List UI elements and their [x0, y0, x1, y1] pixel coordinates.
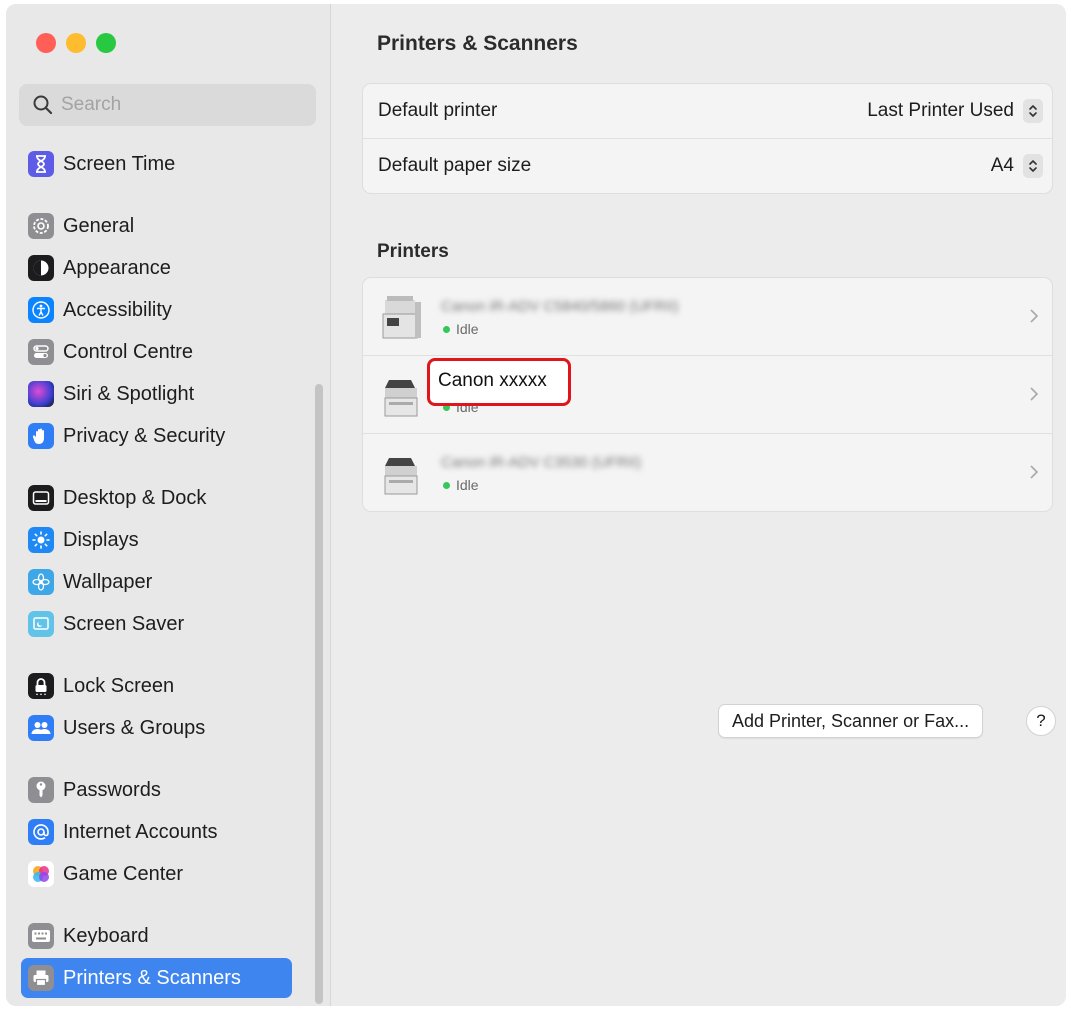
hand-icon — [28, 423, 54, 449]
default-printer-value[interactable]: Last Printer Used — [867, 100, 1014, 122]
keyboard-icon — [28, 923, 54, 949]
default-paper-row[interactable]: Default paper size A4 — [363, 138, 1052, 193]
defaults-group: Default printer Last Printer Used Defaul… — [362, 83, 1053, 194]
siri-icon — [28, 381, 54, 407]
sidebar-item-label: Game Center — [63, 862, 184, 885]
chevron-right-icon — [1030, 309, 1039, 323]
printers-section-title: Printers — [377, 241, 449, 262]
printer-name: Canon iR-ADV C3530 (UFRII) — [441, 454, 642, 471]
sidebar-item-label: Appearance — [63, 256, 171, 279]
printer-device-icon — [384, 458, 418, 495]
main-content: Printers & Scanners Default printer Last… — [331, 4, 1066, 1006]
sidebar-scrollbar[interactable] — [315, 384, 323, 1004]
sidebar-item-label: Lock Screen — [63, 674, 175, 697]
minimize-button[interactable] — [66, 33, 86, 53]
page-title: Printers & Scanners — [377, 32, 578, 55]
add-printer-button[interactable]: Add Printer, Scanner or Fax... — [718, 704, 984, 738]
search-icon — [33, 95, 53, 115]
sidebar-item-label: Control Centre — [63, 340, 194, 363]
sidebar-item-control-centre[interactable]: Control Centre — [21, 332, 292, 372]
chevron-right-icon — [1030, 465, 1039, 479]
sidebar-item-internet-accounts[interactable]: Internet Accounts — [21, 812, 292, 852]
printer-status-text: Idle — [456, 321, 479, 337]
at-icon — [28, 819, 54, 845]
sidebar-item-label: Passwords — [63, 778, 161, 801]
sidebar-item-label: Screen Time — [63, 152, 176, 175]
sidebar-item-label: General — [63, 214, 135, 237]
sidebar-item-accessibility[interactable]: Accessibility — [21, 290, 292, 330]
lock-icon — [28, 673, 54, 699]
gear-icon — [28, 213, 54, 239]
sidebar: Search Screen Time General Appearance Ac… — [6, 4, 331, 1006]
sidebar-item-screen-saver[interactable]: Screen Saver — [21, 604, 292, 644]
accessibility-icon — [28, 297, 54, 323]
printer-row[interactable]: Canon iR-ADV C5840/5860 (UFRII) Idle — [363, 278, 1052, 355]
sidebar-item-desktop-dock[interactable]: Desktop & Dock — [21, 478, 292, 518]
dock-icon — [28, 485, 54, 511]
sidebar-item-wallpaper[interactable]: Wallpaper — [21, 562, 292, 602]
default-paper-value[interactable]: A4 — [991, 155, 1014, 177]
flower-icon — [28, 569, 54, 595]
highlighted-printer-name: Canon xxxxx — [438, 370, 547, 391]
chevron-right-icon — [1030, 387, 1039, 401]
sidebar-item-privacy-security[interactable]: Privacy & Security — [21, 416, 292, 456]
printer-row[interactable]: Canon iR-ADV C3530 (UFRII) Idle — [363, 433, 1052, 511]
key-icon — [28, 777, 54, 803]
search-input[interactable]: Search — [61, 94, 121, 116]
sidebar-item-siri-spotlight[interactable]: Siri & Spotlight — [21, 374, 292, 414]
users-icon — [28, 715, 54, 741]
printer-device-icon — [384, 380, 418, 417]
printer-status: Idle — [443, 477, 479, 493]
sidebar-item-label: Users & Groups — [63, 716, 206, 739]
zoom-button[interactable] — [96, 33, 116, 53]
game-center-icon — [28, 861, 54, 887]
sidebar-item-label: Accessibility — [63, 298, 172, 321]
default-paper-label: Default paper size — [378, 155, 532, 176]
sidebar-item-label: Printers & Scanners — [63, 966, 241, 989]
sidebar-item-label: Wallpaper — [63, 570, 153, 593]
close-button[interactable] — [36, 33, 56, 53]
printer-status: Idle — [443, 321, 479, 337]
sidebar-item-general[interactable]: General — [21, 206, 292, 246]
status-dot-icon — [443, 481, 450, 489]
sidebar-item-label: Displays — [63, 528, 139, 551]
chevron-updown-icon[interactable] — [1023, 154, 1043, 178]
help-button[interactable]: ? — [1026, 706, 1056, 736]
sidebar-item-label: Siri & Spotlight — [63, 382, 195, 405]
printer-device-icon — [382, 296, 421, 339]
sidebar-item-label: Screen Saver — [63, 612, 185, 635]
sidebar-item-appearance[interactable]: Appearance — [21, 248, 292, 288]
sidebar-item-printers-scanners[interactable]: Printers & Scanners — [21, 958, 292, 998]
sidebar-item-passwords[interactable]: Passwords — [21, 770, 292, 810]
status-dot-icon — [443, 325, 450, 333]
sidebar-item-screen-time[interactable]: Screen Time — [21, 144, 292, 184]
sun-icon — [28, 527, 54, 553]
printer-status-text: Idle — [456, 477, 479, 493]
sidebar-item-game-center[interactable]: Game Center — [21, 854, 292, 894]
sidebar-item-lock-screen[interactable]: Lock Screen — [21, 666, 292, 706]
sidebar-item-keyboard[interactable]: Keyboard — [21, 916, 292, 956]
default-printer-row[interactable]: Default printer Last Printer Used — [363, 84, 1052, 138]
hourglass-icon — [28, 151, 54, 177]
sidebar-item-label: Internet Accounts — [63, 820, 218, 843]
system-settings-window: Search Screen Time General Appearance Ac… — [6, 4, 1066, 1006]
highlight-annotation: Canon xxxxx — [427, 358, 571, 406]
sidebar-item-label: Desktop & Dock — [63, 486, 207, 509]
default-printer-label: Default printer — [378, 100, 498, 121]
control-centre-icon — [28, 339, 54, 365]
screen-saver-icon — [28, 611, 54, 637]
printer-name: Canon iR-ADV C5840/5860 (UFRII) — [441, 298, 679, 315]
printer-icon — [28, 965, 54, 991]
window-controls — [36, 33, 116, 53]
chevron-updown-icon[interactable] — [1023, 99, 1043, 123]
search-field[interactable]: Search — [19, 84, 316, 126]
sidebar-item-label: Privacy & Security — [63, 424, 226, 447]
sidebar-item-label: Keyboard — [63, 924, 149, 947]
appearance-icon — [28, 255, 54, 281]
sidebar-item-users-groups[interactable]: Users & Groups — [21, 708, 292, 748]
sidebar-item-displays[interactable]: Displays — [21, 520, 292, 560]
